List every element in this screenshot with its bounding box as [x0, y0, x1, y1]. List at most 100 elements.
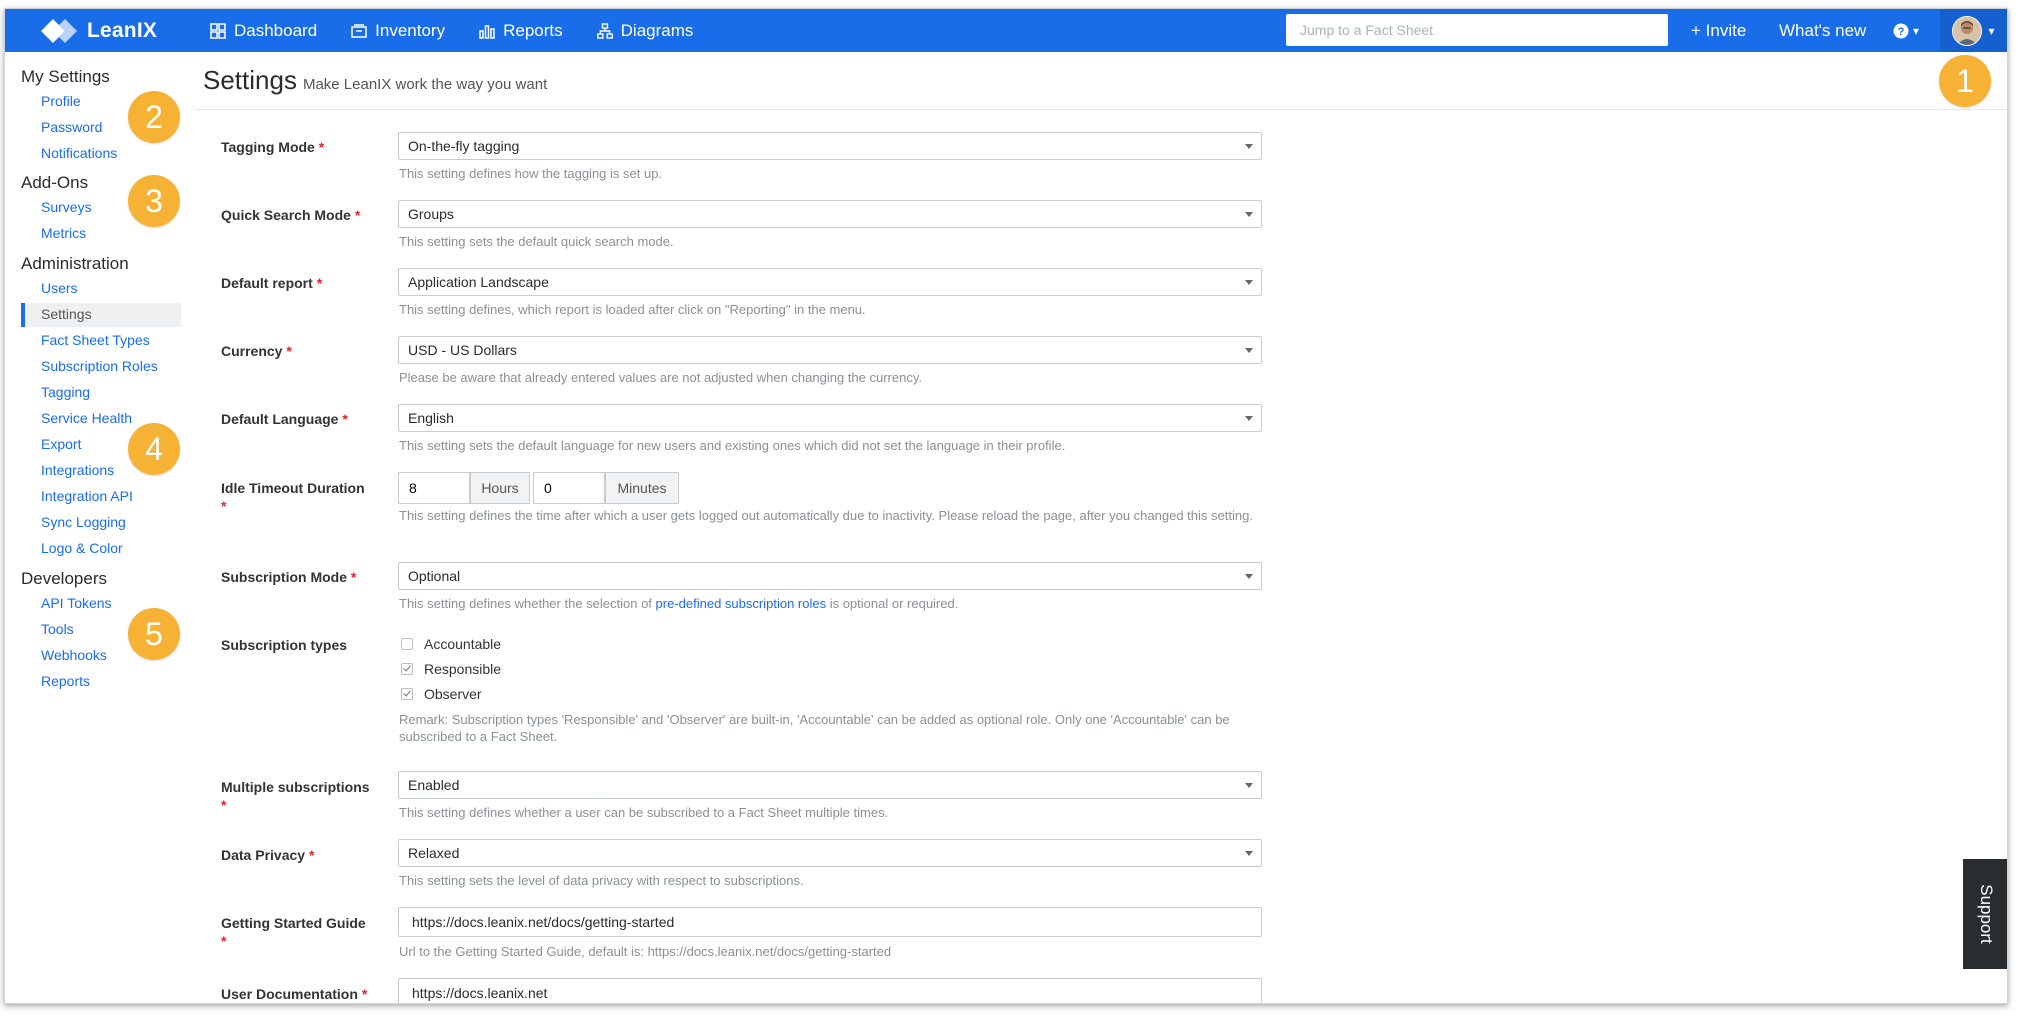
chevron-down-icon: ▾ — [1988, 23, 1995, 38]
top-navigation-bar: LeanIX Dashboard Inventory Reports Diagr… — [5, 9, 2007, 52]
getting-started-help: Url to the Getting Started Guide, defaul… — [399, 944, 892, 959]
multiple-subscriptions-label: Multiple subscriptions * — [221, 779, 370, 813]
currency-label: Currency * — [221, 343, 292, 359]
default-language-help: This setting sets the default language f… — [399, 438, 1066, 453]
data-privacy-select[interactable]: Relaxed — [398, 839, 1262, 867]
jump-to-fact-sheet-input[interactable] — [1286, 14, 1668, 46]
multiple-subscriptions-select[interactable]: Enabled — [398, 771, 1262, 799]
sidebar-item-settings-label: Settings — [41, 306, 92, 322]
tagging-mode-help: This setting defines how the tagging is … — [399, 166, 663, 181]
multiple-subscriptions-value: Enabled — [408, 777, 460, 793]
invite-button[interactable]: + Invite — [1691, 9, 1746, 52]
nav-diagrams[interactable]: Diagrams — [596, 20, 694, 41]
subscription-mode-select[interactable]: Optional — [398, 562, 1262, 590]
nav-reports-label: Reports — [503, 20, 563, 40]
getting-started-input[interactable] — [398, 907, 1262, 937]
idle-timeout-label: Idle Timeout Duration * — [221, 480, 365, 514]
brand-name: LeanIX — [87, 19, 158, 42]
nav-dashboard[interactable]: Dashboard — [210, 21, 317, 41]
quick-search-mode-value: Groups — [408, 206, 454, 222]
data-privacy-label: Data Privacy * — [221, 847, 315, 863]
sidebar-item-reports[interactable]: Reports — [41, 673, 90, 689]
idle-timeout-minutes-input[interactable] — [533, 472, 605, 504]
sidebar-item-tagging[interactable]: Tagging — [41, 384, 90, 400]
sidebar-item-password[interactable]: Password — [41, 119, 102, 135]
nav-diagrams-label: Diagrams — [620, 20, 694, 40]
default-report-help: This setting defines, which report is lo… — [399, 302, 866, 317]
sidebar-item-settings[interactable]: Settings — [21, 303, 181, 327]
quick-search-mode-help: This setting sets the default quick sear… — [399, 234, 674, 249]
nav-reports[interactable]: Reports — [479, 21, 563, 41]
chevron-down-icon — [1245, 783, 1253, 788]
default-language-label: Default Language * — [221, 411, 348, 427]
quick-search-mode-label: Quick Search Mode * — [221, 207, 361, 223]
leanix-logo[interactable]: LeanIX — [41, 17, 157, 45]
reports-icon — [479, 24, 495, 39]
sidebar-item-profile[interactable]: Profile — [41, 93, 81, 109]
user-menu[interactable]: ▾ — [1940, 9, 2007, 52]
checkbox-checked-icon — [401, 688, 413, 700]
chevron-down-icon — [1245, 416, 1253, 421]
support-label: Support — [1977, 884, 1997, 944]
annotation-badge-4: 4 — [128, 423, 180, 475]
annotation-badge-3: 3 — [128, 175, 180, 227]
avatar — [1952, 15, 1983, 46]
sidebar-item-surveys[interactable]: Surveys — [41, 199, 92, 215]
nav-dashboard-label: Dashboard — [234, 20, 318, 40]
user-documentation-input[interactable] — [398, 978, 1262, 1003]
whats-new-link[interactable]: What's new — [1779, 9, 1866, 52]
nav-inventory-label: Inventory — [375, 20, 446, 40]
quick-search-mode-select[interactable]: Groups — [398, 200, 1262, 228]
sidebar-item-integration-api[interactable]: Integration API — [41, 488, 133, 504]
section-my-settings: My Settings — [21, 67, 110, 86]
currency-select[interactable]: USD - US Dollars — [398, 336, 1262, 364]
checkbox-accountable-label: Accountable — [424, 636, 502, 652]
page-title: Settings Make LeanIX work the way you wan… — [203, 65, 547, 96]
annotation-badge-2: 2 — [128, 91, 180, 143]
default-language-select[interactable]: English — [398, 404, 1262, 432]
sidebar-item-api-tokens[interactable]: API Tokens — [41, 595, 112, 611]
sidebar-item-integrations[interactable]: Integrations — [41, 462, 114, 478]
chevron-down-icon — [1245, 212, 1253, 217]
page-title-text: Settings — [203, 65, 297, 95]
subscription-types-label: Subscription types — [221, 637, 348, 653]
checkbox-accountable[interactable]: Accountable — [401, 636, 501, 652]
sidebar-item-users[interactable]: Users — [41, 280, 78, 296]
sidebar-item-subscription-roles[interactable]: Subscription Roles — [41, 358, 158, 374]
sidebar-item-webhooks[interactable]: Webhooks — [41, 647, 107, 663]
default-language-value: English — [408, 410, 454, 426]
checkbox-responsible[interactable]: Responsible — [401, 661, 501, 677]
sidebar-item-sync-logging[interactable]: Sync Logging — [41, 514, 126, 530]
help-menu[interactable]: ? ▾ — [1893, 9, 1919, 52]
subscription-roles-link[interactable]: pre-defined subscription roles — [656, 596, 827, 611]
default-report-label: Default report * — [221, 275, 323, 291]
sidebar-item-tools[interactable]: Tools — [41, 621, 74, 637]
sidebar-item-metrics[interactable]: Metrics — [41, 225, 86, 241]
minutes-unit: Minutes — [605, 472, 679, 504]
sidebar-item-notifications[interactable]: Notifications — [41, 145, 117, 161]
multiple-subscriptions-help: This setting defines whether a user can … — [399, 805, 889, 820]
tagging-mode-select[interactable]: On-the-fly tagging — [398, 132, 1262, 160]
default-report-value: Application Landscape — [408, 274, 549, 290]
getting-started-label: Getting Started Guide * — [221, 915, 366, 949]
idle-timeout-hours-input[interactable] — [398, 472, 470, 504]
svg-text:?: ? — [1898, 26, 1905, 38]
subscription-mode-value: Optional — [408, 568, 461, 584]
currency-value: USD - US Dollars — [408, 342, 517, 358]
sidebar-item-logo-color[interactable]: Logo & Color — [41, 540, 123, 556]
sidebar-item-fact-sheet-types[interactable]: Fact Sheet Types — [41, 332, 150, 348]
nav-inventory[interactable]: Inventory — [351, 21, 445, 41]
checkbox-observer[interactable]: Observer — [401, 686, 482, 702]
chevron-down-icon — [1245, 144, 1253, 149]
checkbox-icon — [401, 638, 413, 650]
main-nav: Dashboard Inventory Reports Diagrams — [210, 9, 693, 52]
dashboard-icon — [210, 22, 226, 39]
chevron-down-icon — [1245, 851, 1253, 856]
sidebar-item-export[interactable]: Export — [41, 436, 81, 452]
default-report-select[interactable]: Application Landscape — [398, 268, 1262, 296]
sidebar-item-service-health[interactable]: Service Health — [41, 410, 132, 426]
section-developers: Developers — [21, 569, 107, 588]
annotation-badge-5: 5 — [128, 608, 180, 660]
support-tab[interactable]: Support — [1963, 859, 2007, 969]
subscription-mode-help: This setting defines whether the selecti… — [399, 596, 959, 611]
